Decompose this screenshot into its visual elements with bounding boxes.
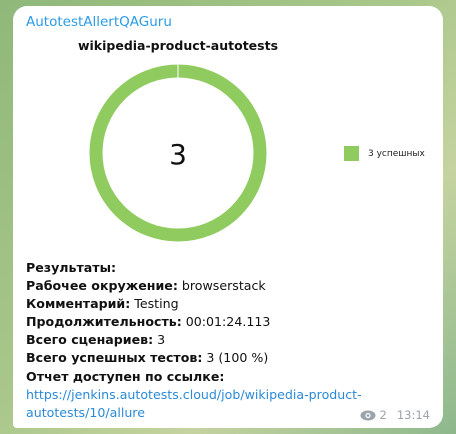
- chart-legend: 3 успешных: [344, 146, 425, 161]
- message-time: 13:14: [396, 408, 430, 422]
- line-environment: Рабочее окружение: browserstack: [26, 278, 266, 294]
- line-results: Результаты:: [26, 260, 117, 275]
- eye-icon: [360, 410, 376, 420]
- line-scenarios: Всего сценариев: 3: [26, 332, 166, 348]
- line-comment: Комментарий: Testing: [26, 296, 179, 312]
- center-value: 3: [169, 138, 187, 171]
- line-report: Отчет доступен по ссылке:: [26, 368, 225, 384]
- message-meta: 2 13:14: [360, 408, 430, 422]
- message-text: Результаты: Рабочее окружение: browserst…: [26, 259, 426, 422]
- legend-label: 3 успешных: [368, 148, 425, 159]
- legend-swatch: [344, 146, 359, 161]
- view-count: 2: [379, 408, 387, 422]
- line-passed: Всего успешных тестов: 3 (100 %): [26, 350, 269, 366]
- line-duration: Продолжительность: 00:01:24.113: [26, 314, 271, 330]
- donut-chart: 3: [89, 64, 267, 242]
- message-bubble: AutotestAllertQAGuru wikipedia-product-a…: [13, 6, 443, 428]
- report-link[interactable]: https://jenkins.autotests.cloud/job/wiki…: [26, 387, 362, 420]
